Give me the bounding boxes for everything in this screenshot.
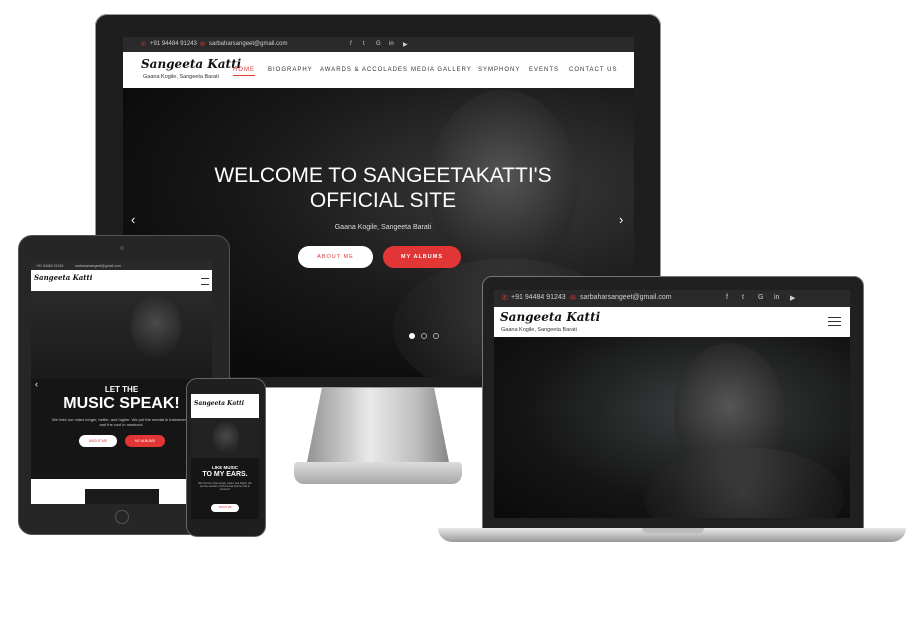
nav-home[interactable]: HOME — [233, 67, 255, 76]
tablet-logo[interactable]: Sangeeta Katti — [34, 273, 92, 282]
slider-dot-2[interactable] — [421, 333, 427, 339]
site-tagline: Gaana Kogile, Sangeeta Barati — [143, 74, 219, 80]
hamburger-menu-icon[interactable] — [201, 278, 209, 285]
phone-navbar: Sangeeta Katti — [191, 394, 259, 418]
tablet-hero-photo — [31, 291, 212, 379]
phone-hero-sub: We hold our notes longer, better, and hi… — [198, 482, 252, 492]
slider-dot-3[interactable] — [433, 333, 439, 339]
google-icon[interactable]: G — [376, 41, 381, 47]
hero-title-line1: WELCOME TO SANGEETAKATTI'S — [214, 164, 552, 187]
hero-subtitle: Gaana Kogile, Sangeeta Barati — [334, 224, 432, 231]
facebook-icon[interactable]: f — [350, 41, 352, 47]
nav-awards[interactable]: AWARDS & ACCOLADES — [320, 67, 408, 73]
phone-icon: ✆ — [502, 295, 508, 302]
laptop-email: sarbaharsangeet@gmail.com — [580, 294, 672, 301]
tablet-hero-line1: LET THE — [104, 385, 139, 394]
chevron-left-icon[interactable]: ‹ — [35, 379, 38, 389]
mail-icon: ✉ — [570, 295, 576, 302]
phone-hero-line1: LIKE MUSIC — [211, 465, 238, 470]
tablet-hero-text: LET THE MUSIC SPEAK! We hold our notes l… — [31, 379, 212, 479]
tablet-hero-line2: MUSIC SPEAK! — [63, 395, 180, 412]
laptop-phone-number: +91 94484 91243 — [511, 294, 566, 301]
laptop-notch — [642, 528, 704, 533]
laptop-navbar: Sangeeta Katti Gaana Kogile, Sangeeta Ba… — [494, 307, 850, 337]
phone-about-button[interactable]: ABOUT ME — [211, 504, 239, 512]
youtube-icon[interactable]: ▶ — [790, 294, 795, 302]
my-albums-button[interactable]: MY ALBUMS — [383, 246, 461, 268]
phone-number: +91 94484 91243 — [150, 41, 197, 47]
laptop-top-bar: ✆ +91 94484 91243 ✉ sarbaharsangeet@gmai… — [494, 290, 850, 307]
phone-hero-photo — [191, 418, 259, 458]
navbar: Sangeeta Katti Gaana Kogile, Sangeeta Ba… — [123, 52, 634, 88]
laptop-logo[interactable]: Sangeeta Katti — [500, 310, 600, 324]
tablet-navbar: Sangeeta Katti — [31, 270, 212, 291]
portrait-photo — [213, 421, 239, 455]
tablet-hero-sub: We hold our notes longer, better, and hi… — [51, 417, 192, 427]
twitter-icon[interactable]: t — [742, 294, 744, 301]
nav-contact[interactable]: CONTACT US — [569, 67, 617, 73]
portrait-shoulders — [644, 447, 844, 518]
tablet-screen: +91 94484 91243 sarbaharsangeet@gmail.co… — [31, 261, 212, 504]
laptop-hero — [494, 337, 850, 518]
chevron-left-icon[interactable]: ‹ — [131, 212, 135, 227]
nav-events[interactable]: EVENTS — [529, 67, 559, 73]
tablet-phone: +91 94484 91243 — [36, 264, 64, 268]
tablet-top-bar: +91 94484 91243 sarbaharsangeet@gmail.co… — [31, 261, 212, 270]
email-address: sarbaharsangeet@gmail.com — [209, 41, 288, 47]
tablet-content — [31, 479, 212, 504]
chevron-right-icon[interactable]: › — [619, 212, 623, 227]
phone-screen: Sangeeta Katti LIKE MUSIC TO MY EARS. We… — [191, 394, 259, 519]
linkedin-icon[interactable]: in — [774, 294, 779, 301]
tablet-home-button[interactable] — [115, 510, 129, 524]
tablet-about-button[interactable]: ABOUT ME — [79, 435, 117, 447]
about-me-button[interactable]: ABOUT ME — [298, 246, 373, 268]
google-icon[interactable]: G — [758, 294, 763, 301]
laptop-tagline: Gaana Kogile, Sangeeta Barati — [501, 327, 577, 333]
phone-icon: ✆ — [141, 42, 147, 48]
laptop-screen: ✆ +91 94484 91243 ✉ sarbaharsangeet@gmai… — [494, 290, 850, 518]
tablet-albums-button[interactable]: MY ALBUMS — [125, 435, 165, 447]
nav-media-gallery[interactable]: MEDIA GALLERY — [411, 67, 472, 73]
hamburger-menu-icon[interactable] — [828, 317, 842, 327]
hero-title-line2: OFFICIAL SITE — [309, 189, 457, 212]
monitor-base — [294, 462, 462, 484]
tablet-thumbnail — [85, 489, 159, 504]
monitor-stand — [306, 388, 450, 466]
linkedin-icon[interactable]: in — [389, 41, 394, 47]
portrait-photo — [131, 294, 181, 359]
mail-icon: ✉ — [200, 42, 206, 48]
site-logo[interactable]: Sangeeta Katti — [141, 57, 241, 71]
phone-logo[interactable]: Sangeeta Katti — [194, 400, 244, 407]
twitter-icon[interactable]: t — [363, 41, 365, 47]
slider-dot-1[interactable] — [409, 333, 415, 339]
tablet-email: sarbaharsangeet@gmail.com — [75, 264, 121, 268]
top-bar: ✆ +91 94484 91243 ✉ sarbaharsangeet@gmai… — [123, 37, 634, 52]
phone-hero-text: LIKE MUSIC TO MY EARS. We hold our notes… — [191, 458, 259, 519]
nav-biography[interactable]: BIOGRAPHY — [268, 67, 313, 73]
hero-title: WELCOME TO SANGEETAKATTI'S OFFICIAL SITE — [183, 163, 583, 213]
youtube-icon[interactable]: ▶ — [403, 41, 408, 48]
phone-hero-line2: TO MY EARS. — [202, 471, 248, 478]
tablet-camera — [120, 246, 124, 250]
facebook-icon[interactable]: f — [726, 294, 728, 301]
nav-symphony[interactable]: SYMPHONY — [478, 67, 520, 73]
